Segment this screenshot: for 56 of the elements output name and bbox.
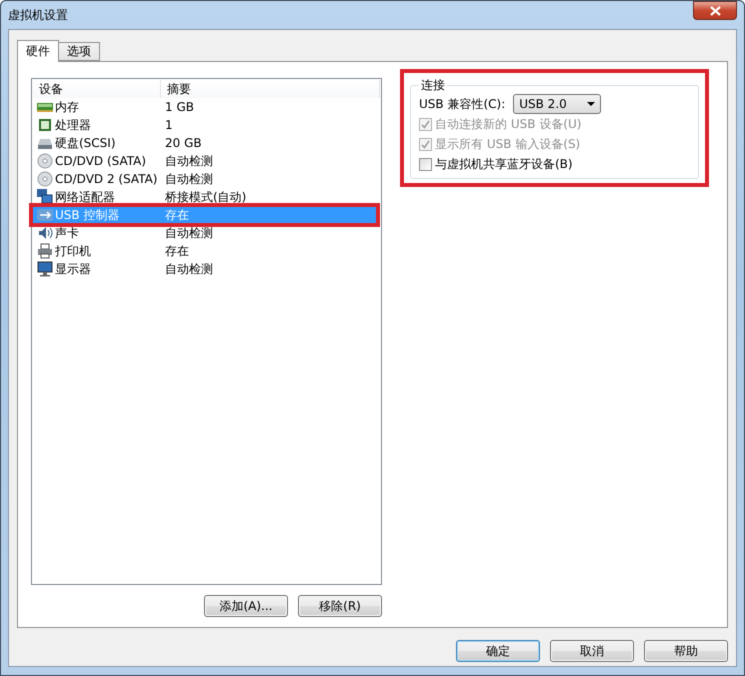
group-title: 连接 xyxy=(420,77,446,94)
tab[interactable]: 选项 xyxy=(58,42,100,61)
compat-label: USB 兼容性(C): xyxy=(419,96,506,112)
device-row[interactable]: 网络适配器 桥接模式(自动) xyxy=(33,188,380,206)
column-header[interactable]: 设备 xyxy=(33,80,161,98)
close-icon xyxy=(710,6,720,16)
device-row[interactable]: CD/DVD 2 (SATA) 自动检测 xyxy=(33,170,380,188)
device-summary: 自动检测 xyxy=(165,224,213,242)
device-summary: 1 GB xyxy=(165,100,194,114)
dialog-button[interactable]: 取消 xyxy=(550,640,634,662)
disc-icon xyxy=(37,153,53,169)
check-icon xyxy=(421,140,430,149)
device-name: 网络适配器 xyxy=(55,188,115,206)
device-row[interactable]: 处理器 1 xyxy=(33,116,380,134)
tab[interactable]: 硬件 xyxy=(17,40,59,62)
caret-icon xyxy=(587,102,596,106)
device-summary: 存在 xyxy=(165,206,189,224)
device-row[interactable]: 硬盘(SCSI) 20 GB xyxy=(33,134,380,152)
device-name: 显示器 xyxy=(55,260,91,278)
usb-icon xyxy=(37,207,53,223)
device-row[interactable]: 打印机 存在 xyxy=(33,242,380,260)
device-summary: 桥接模式(自动) xyxy=(165,188,246,206)
device-button[interactable]: 移除(R) xyxy=(298,595,382,617)
dialog-button[interactable]: 确定 xyxy=(456,640,540,662)
network-monitor-icon xyxy=(37,189,53,205)
device-summary: 自动检测 xyxy=(165,260,213,278)
option-checkbox[interactable]: 与虚拟机共享蓝牙设备(B) xyxy=(419,155,573,174)
device-summary: 自动检测 xyxy=(165,170,213,188)
device-name: CD/DVD (SATA) xyxy=(55,154,146,168)
printer-icon xyxy=(37,243,53,259)
device-row[interactable]: 显示器 自动检测 xyxy=(33,260,380,278)
processor-icon xyxy=(37,117,53,133)
device-summary: 存在 xyxy=(165,242,189,260)
device-name: 打印机 xyxy=(55,242,91,260)
device-row[interactable]: 声卡 自动检测 xyxy=(33,224,380,242)
device-name: 声卡 xyxy=(55,224,79,242)
device-summary: 1 xyxy=(165,118,173,132)
window-title: 虚拟机设置 xyxy=(8,6,68,24)
device-row[interactable]: CD/DVD (SATA) 自动检测 xyxy=(33,152,380,170)
device-name: CD/DVD 2 (SATA) xyxy=(55,172,158,186)
device-button[interactable]: 添加(A)... xyxy=(204,595,288,617)
column-header[interactable]: 摘要 xyxy=(161,80,380,98)
disc-icon xyxy=(37,171,53,187)
device-name: 硬盘(SCSI) xyxy=(55,134,116,152)
speaker-icon xyxy=(37,225,53,241)
device-name: 处理器 xyxy=(55,116,91,134)
device-row[interactable]: 内存 1 GB xyxy=(33,98,380,116)
device-name: 内存 xyxy=(55,98,79,116)
device-summary: 20 GB xyxy=(165,136,202,150)
dialog-button[interactable]: 帮助 xyxy=(644,640,728,662)
device-summary: 自动检测 xyxy=(165,152,213,170)
close-button[interactable] xyxy=(693,1,737,20)
compat-dropdown[interactable]: USB 2.0 xyxy=(513,94,602,114)
check-icon xyxy=(421,120,430,129)
monitor-icon xyxy=(37,261,53,277)
device-name: USB 控制器 xyxy=(55,206,120,224)
